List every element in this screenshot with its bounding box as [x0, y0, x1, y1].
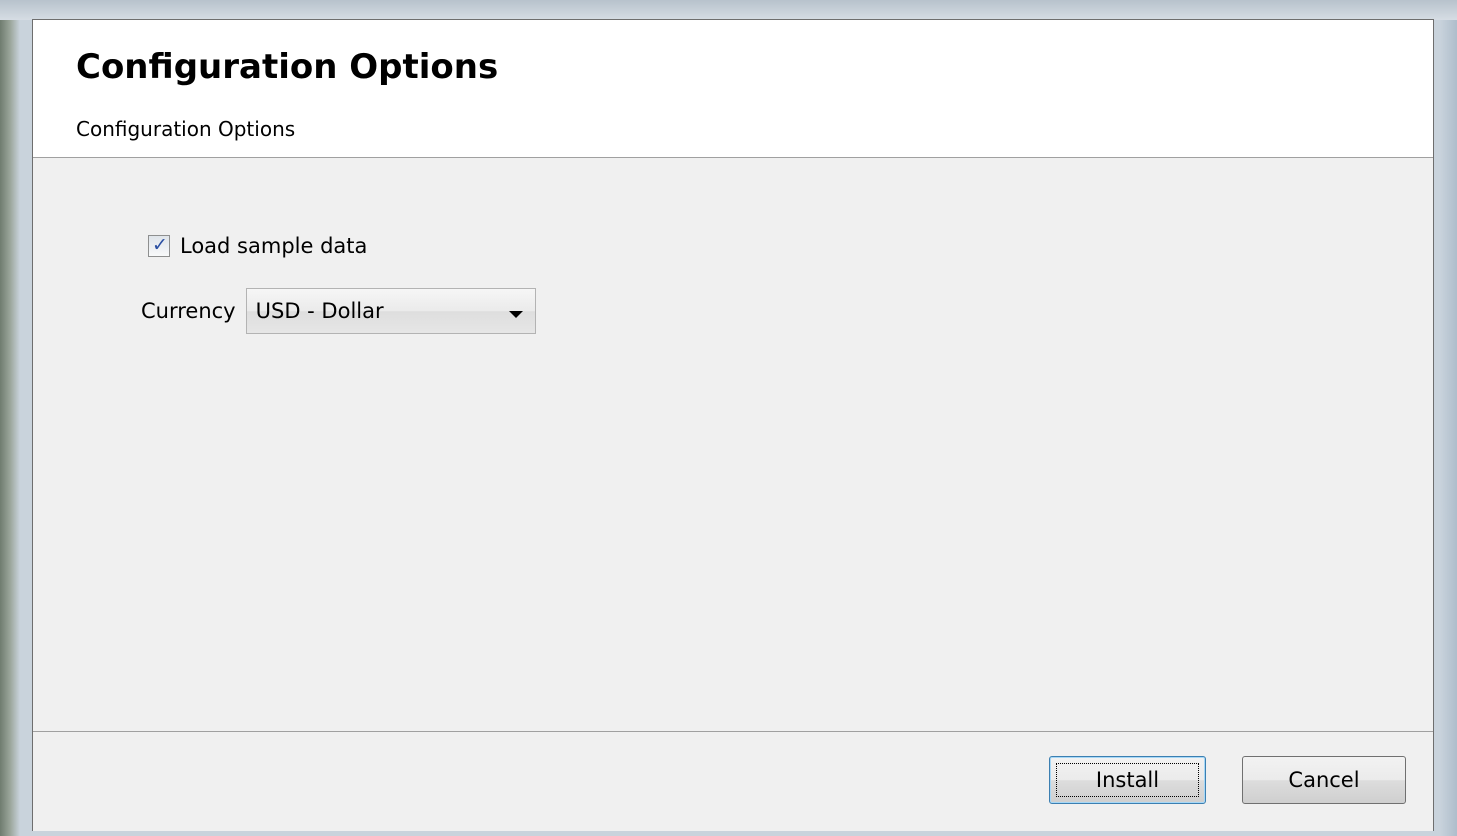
check-icon: ✓	[152, 234, 168, 256]
currency-label: Currency	[141, 299, 236, 323]
currency-option: Currency USD - Dollar	[141, 288, 536, 334]
load-sample-data-checkbox[interactable]: ✓	[148, 234, 170, 257]
desktop-top-strip	[0, 0, 1457, 20]
install-button-label: Install	[1056, 763, 1199, 797]
dialog-header: Configuration Options Configuration Opti…	[33, 20, 1433, 158]
currency-select[interactable]: USD - Dollar	[245, 288, 536, 334]
install-button[interactable]: Install	[1049, 756, 1206, 804]
configuration-dialog: Configuration Options Configuration Opti…	[32, 19, 1434, 831]
options-panel: ✓ Load sample data Currency USD - Dollar	[33, 158, 1433, 730]
page-subtitle: Configuration Options	[76, 117, 296, 141]
chevron-down-icon[interactable]	[508, 311, 523, 318]
load-sample-data-option[interactable]: ✓ Load sample data	[148, 232, 367, 260]
load-sample-data-label[interactable]: Load sample data	[180, 234, 367, 258]
cancel-button[interactable]: Cancel	[1242, 756, 1406, 804]
cancel-button-label: Cancel	[1288, 768, 1360, 792]
dialog-footer: Install Cancel	[33, 731, 1433, 831]
currency-select-value: USD - Dollar	[255, 299, 384, 323]
page-title: Configuration Options	[76, 47, 499, 87]
